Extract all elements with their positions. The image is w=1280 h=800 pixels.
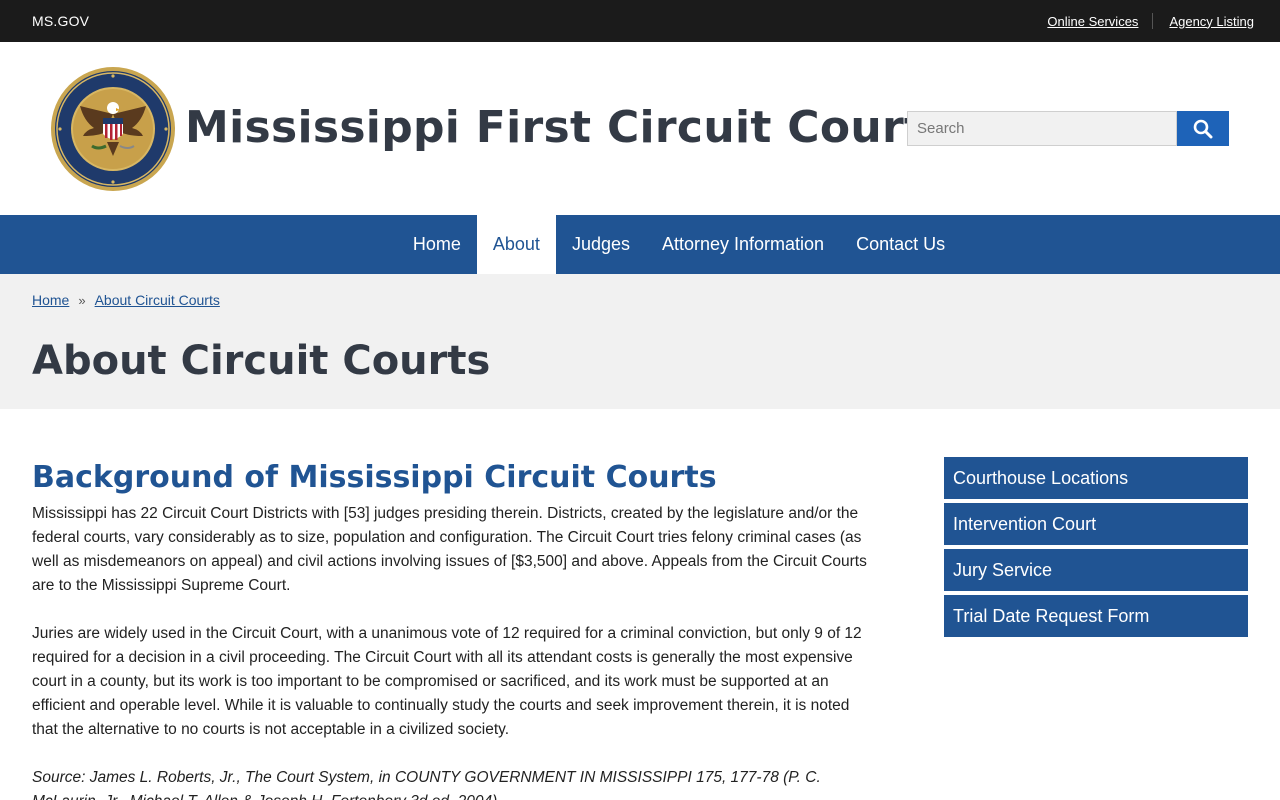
sidebar-item-trial-date-request-form[interactable]: Trial Date Request Form [944, 595, 1248, 637]
nav-item-home[interactable]: Home [397, 215, 477, 274]
sidebar-item-courthouse-locations[interactable]: Courthouse Locations [944, 457, 1248, 499]
paragraph-2: Juries are widely used in the Circuit Co… [32, 625, 862, 738]
breadcrumb: Home » About Circuit Courts [32, 292, 220, 308]
search-form [907, 111, 1229, 146]
main-nav: Home About Judges Attorney Information C… [0, 215, 1280, 274]
main-content: Background of Mississippi Circuit Courts… [32, 460, 867, 800]
sidebar: Courthouse Locations Intervention Court … [944, 457, 1248, 641]
site-title[interactable]: Mississippi First Circuit Court [185, 102, 925, 153]
nav-item-about[interactable]: About [476, 215, 556, 274]
search-button[interactable] [1177, 111, 1229, 146]
nav-item-attorney-information[interactable]: Attorney Information [646, 215, 840, 274]
search-input[interactable] [907, 111, 1177, 146]
search-icon [1193, 119, 1213, 138]
source-citation: Source: James L. Roberts, Jr., The Court… [32, 769, 821, 800]
breadcrumb-separator: » [78, 292, 86, 308]
nav-item-contact-us[interactable]: Contact Us [840, 215, 961, 274]
section-heading: Background of Mississippi Circuit Courts [32, 460, 717, 495]
sidebar-item-jury-service[interactable]: Jury Service [944, 549, 1248, 591]
top-links: Online Services Agency Listing [1047, 13, 1254, 29]
top-links-divider [1152, 13, 1154, 29]
breadcrumb-home[interactable]: Home [32, 292, 69, 308]
top-bar: MS.GOV Online Services Agency Listing [0, 0, 1280, 42]
agency-listing-link[interactable]: Agency Listing [1169, 14, 1254, 29]
page-title: About Circuit Courts [32, 338, 491, 384]
online-services-link[interactable]: Online Services [1047, 14, 1138, 29]
paragraph-1: Mississippi has 22 Circuit Court Distric… [32, 505, 867, 594]
breadcrumb-current[interactable]: About Circuit Courts [95, 292, 220, 308]
state-seal-icon[interactable] [50, 66, 176, 192]
nav-item-judges[interactable]: Judges [556, 215, 646, 274]
sidebar-item-intervention-court[interactable]: Intervention Court [944, 503, 1248, 545]
site-header: Mississippi First Circuit Court [0, 42, 1280, 215]
ms-gov-link[interactable]: MS.GOV [32, 13, 89, 29]
page-header: Home » About Circuit Courts About Circui… [0, 274, 1280, 409]
